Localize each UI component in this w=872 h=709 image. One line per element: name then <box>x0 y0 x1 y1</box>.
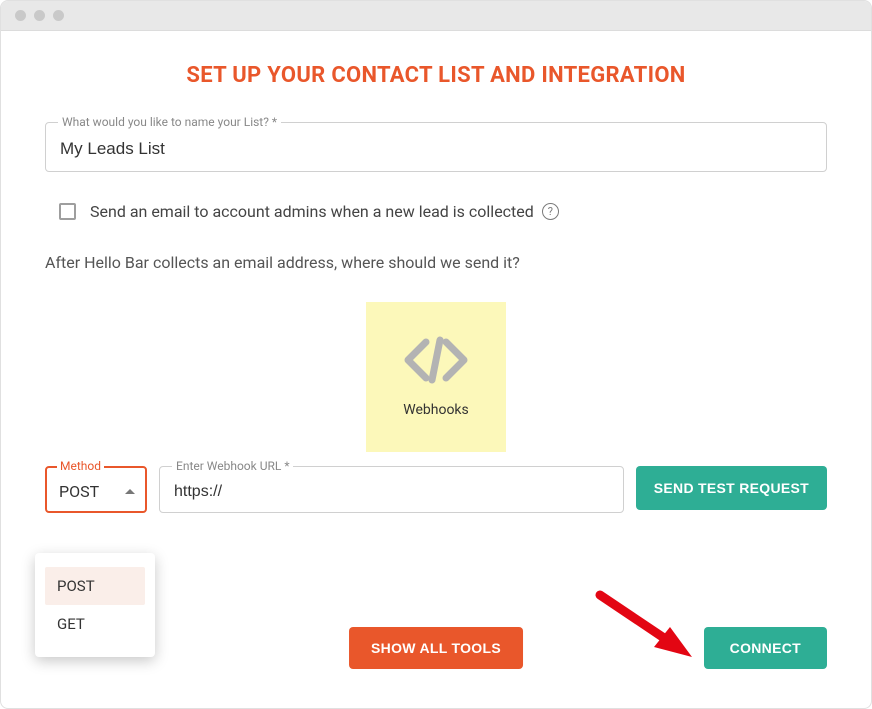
integration-tile-webhooks[interactable]: Webhooks <box>366 302 506 452</box>
send-test-button[interactable]: SEND TEST REQUEST <box>636 466 827 510</box>
bottom-actions-row: SHOW ALL TOOLS CONNECT <box>45 531 827 591</box>
webhook-url-field[interactable]: Enter Webhook URL * <box>159 466 624 513</box>
pointer-arrow-icon <box>592 587 702 671</box>
method-option-get[interactable]: GET <box>45 605 145 643</box>
method-label: Method <box>57 459 104 473</box>
admin-email-row: Send an email to account admins when a n… <box>45 196 827 227</box>
method-option-post[interactable]: POST <box>45 567 145 605</box>
integration-tile-label: Webhooks <box>403 402 469 418</box>
window-titlebar <box>1 1 871 31</box>
connect-button[interactable]: CONNECT <box>704 627 827 669</box>
code-icon <box>404 336 468 384</box>
destination-prompt: After Hello Bar collects an email addres… <box>45 253 827 272</box>
webhook-url-input[interactable] <box>174 483 611 501</box>
method-dropdown[interactable]: POST GET <box>35 553 155 657</box>
admin-email-checkbox[interactable] <box>59 203 76 220</box>
method-select[interactable]: Method POST <box>45 466 147 513</box>
page-title: SET UP YOUR CONTACT LIST AND INTEGRATION <box>45 63 827 88</box>
help-icon[interactable]: ? <box>542 203 559 220</box>
window-control-minimize[interactable] <box>34 10 45 21</box>
window-control-zoom[interactable] <box>53 10 64 21</box>
list-name-input[interactable] <box>60 139 812 159</box>
window-control-close[interactable] <box>15 10 26 21</box>
list-name-field[interactable]: What would you like to name your List? * <box>45 122 827 172</box>
admin-email-label: Send an email to account admins when a n… <box>90 202 559 221</box>
list-name-label: What would you like to name your List? * <box>58 115 281 129</box>
webhook-url-label: Enter Webhook URL * <box>172 459 293 473</box>
main-content: SET UP YOUR CONTACT LIST AND INTEGRATION… <box>1 31 871 611</box>
show-all-tools-button[interactable]: SHOW ALL TOOLS <box>349 627 523 669</box>
method-value: POST <box>59 482 99 501</box>
caret-up-icon <box>125 489 135 494</box>
app-window: SET UP YOUR CONTACT LIST AND INTEGRATION… <box>0 0 872 709</box>
webhook-config-row: Method POST Enter Webhook URL * SEND TES… <box>45 466 827 513</box>
admin-email-label-text: Send an email to account admins when a n… <box>90 202 534 221</box>
